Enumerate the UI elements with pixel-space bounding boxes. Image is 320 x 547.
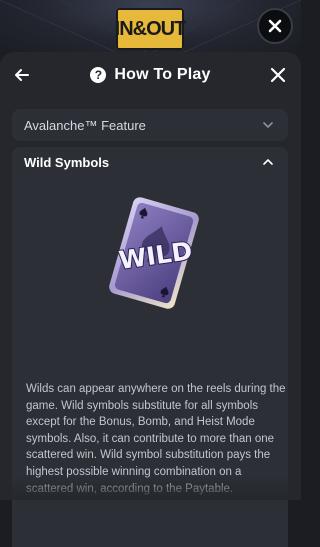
arrow-left-icon xyxy=(15,69,29,81)
chevron-up-icon xyxy=(263,159,273,165)
accordion-wild-header[interactable]: Wild Symbols xyxy=(12,147,288,177)
accordion-title: Wild Symbols xyxy=(24,154,110,170)
question-circle-icon: ? xyxy=(90,67,107,83)
page-title: How To Play xyxy=(114,66,211,83)
how-to-play-panel: ? How To Play Avalanche™ Feature Wild Sy… xyxy=(0,52,301,547)
wild-card-image: WILD xyxy=(109,197,199,309)
wild-description: Wilds can appear anywhere on the reels d… xyxy=(26,383,286,495)
accordion-wild-symbols: Wild Symbols WILD Wilds can appear anywh… xyxy=(12,147,288,547)
outer-close-button[interactable] xyxy=(257,8,293,44)
game-backdrop: IN&OUT xyxy=(0,0,301,54)
game-logo: IN&OUT xyxy=(115,8,186,50)
close-icon xyxy=(268,19,282,33)
panel-header: ? How To Play xyxy=(0,52,301,98)
close-button[interactable] xyxy=(268,65,288,85)
accordion-label: Avalanche™ Feature xyxy=(24,117,146,133)
title-group: ? How To Play xyxy=(90,66,210,84)
back-button[interactable] xyxy=(12,65,32,85)
close-icon xyxy=(270,67,286,83)
chevron-down-icon xyxy=(263,122,273,128)
accordion-avalanche-feature[interactable]: Avalanche™ Feature xyxy=(12,109,288,141)
